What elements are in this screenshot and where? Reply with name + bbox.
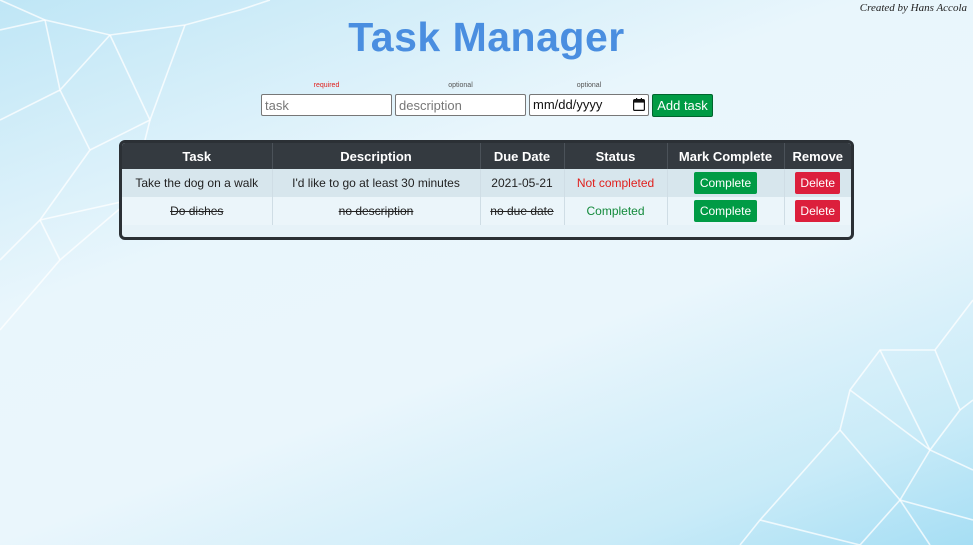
task-required-hint: required — [313, 82, 340, 89]
add-task-button[interactable]: Add task — [652, 94, 713, 117]
task-input[interactable] — [261, 94, 392, 116]
column-header-mark-complete: Mark Complete — [667, 143, 785, 169]
description-cell: I'd like to go at least 30 minutes — [272, 169, 481, 197]
table-header-row: Task Description Due Date Status Mark Co… — [122, 143, 851, 169]
due-date-cell: 2021-05-21 — [480, 169, 565, 197]
due-date-input[interactable]: mm/dd/yyyy — [529, 94, 649, 116]
description-input[interactable] — [395, 94, 526, 116]
table-row: Do dishes no description no due date Com… — [122, 197, 851, 225]
description-optional-hint: optional — [448, 82, 473, 89]
column-header-remove: Remove — [784, 143, 851, 169]
page-title: Task Manager — [348, 14, 625, 60]
mark-complete-cell: Complete — [667, 197, 785, 225]
description-cell: no description — [272, 197, 481, 225]
mark-complete-cell: Complete — [667, 169, 785, 197]
task-table: Task Description Due Date Status Mark Co… — [119, 140, 854, 240]
calendar-icon[interactable] — [633, 98, 645, 111]
column-header-status: Status — [564, 143, 668, 169]
due-date-cell: no due date — [480, 197, 565, 225]
status-cell: Not completed — [564, 169, 668, 197]
table-row: Take the dog on a walk I'd like to go at… — [122, 169, 851, 197]
status-cell: Completed — [564, 197, 668, 225]
due-date-optional-hint: optional — [576, 82, 602, 89]
task-cell: Take the dog on a walk — [122, 169, 273, 197]
complete-button[interactable]: Complete — [694, 172, 757, 194]
column-header-due-date: Due Date — [480, 143, 565, 169]
column-header-task: Task — [122, 143, 273, 169]
delete-button[interactable]: Delete — [795, 200, 841, 222]
due-date-placeholder: mm/dd/yyyy — [533, 97, 603, 112]
column-header-description: Description — [272, 143, 481, 169]
complete-button[interactable]: Complete — [694, 200, 757, 222]
delete-button[interactable]: Delete — [795, 172, 841, 194]
remove-cell: Delete — [784, 197, 851, 225]
author-credit: Created by Hans Accola — [859, 2, 967, 14]
task-cell: Do dishes — [122, 197, 273, 225]
remove-cell: Delete — [784, 169, 851, 197]
